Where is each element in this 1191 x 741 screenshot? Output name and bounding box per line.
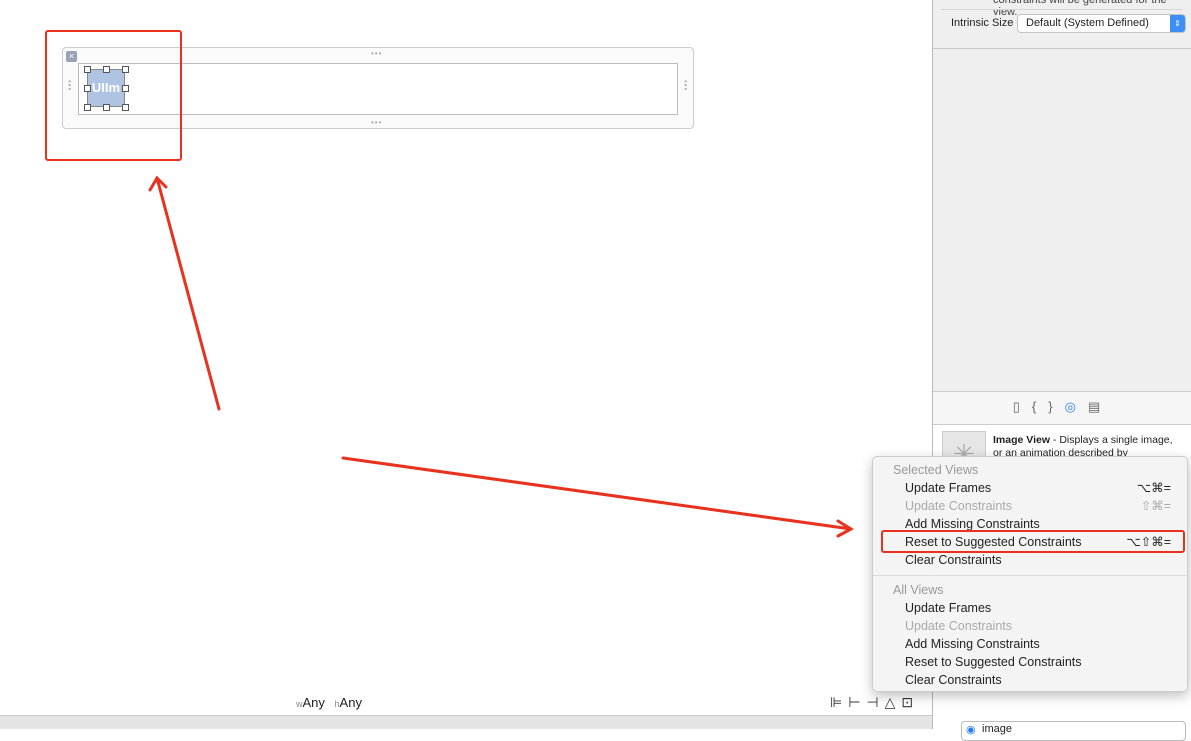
- annotation-arrows: [148, 175, 855, 538]
- annotation-arrow-up: [155, 176, 221, 411]
- annotation-arrow-right: [341, 456, 853, 531]
